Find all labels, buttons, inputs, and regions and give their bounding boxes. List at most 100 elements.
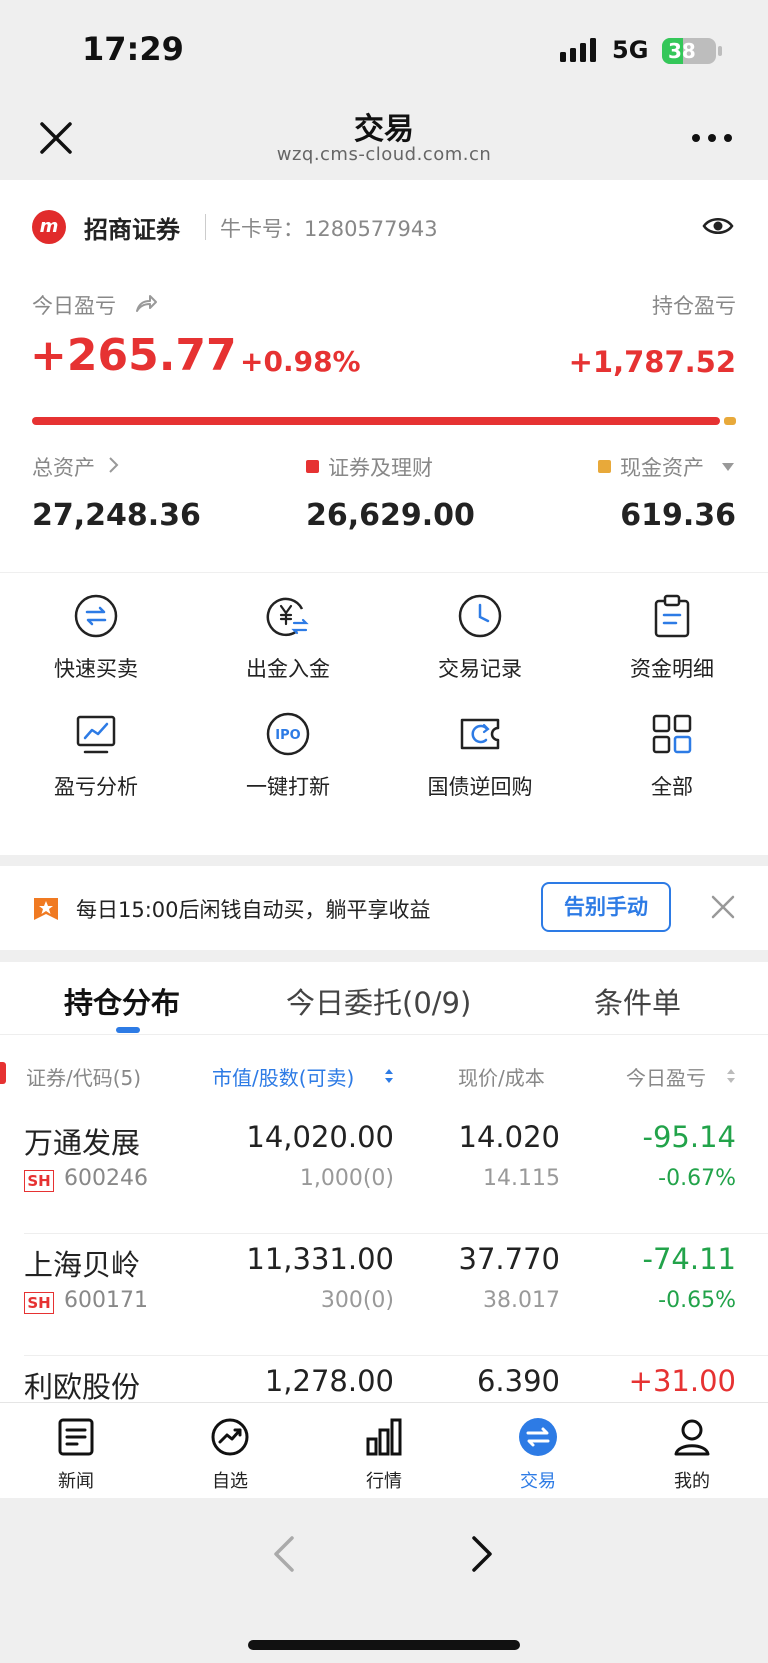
nav-label: 行情 <box>366 1471 402 1492</box>
securities-ratio-fill <box>32 417 720 425</box>
chevron-right-icon[interactable] <box>106 456 120 474</box>
quick-action-repo[interactable]: 国债逆回购 <box>384 691 576 801</box>
bar-chart-icon <box>366 1418 402 1456</box>
market-value: 14,020.00 <box>246 1120 394 1154</box>
quick-action-ipo[interactable]: IPO 一键打新 <box>192 691 384 801</box>
holding-pnl-value: +1,787.52 <box>568 345 736 379</box>
nav-profile[interactable]: 我的 <box>642 1417 742 1493</box>
cash-label[interactable]: 现金资产 <box>620 452 704 482</box>
card-number: 牛卡号：1280577943 <box>220 213 438 243</box>
swap-circle-icon <box>74 594 118 638</box>
header-price: 现价/成本 <box>458 1066 545 1090</box>
header-today-pnl[interactable]: 今日盈亏 <box>626 1062 706 1091</box>
page-title: 交易 <box>354 112 414 147</box>
holding-pnl-label: 持仓盈亏 <box>652 294 736 318</box>
securities-legend-dot <box>306 460 319 473</box>
quick-action-transfer[interactable]: 出金入金 <box>192 573 384 683</box>
grid-icon <box>652 714 692 754</box>
quick-action-pnl-analysis[interactable]: 盈亏分析 <box>0 691 192 801</box>
battery-icon: 38 <box>662 38 716 64</box>
home-indicator <box>248 1640 520 1650</box>
svg-text:IPO: IPO <box>275 728 300 743</box>
promo-button[interactable]: 告别手动 <box>541 882 671 932</box>
today-pnl: +31.00 <box>628 1364 736 1398</box>
table-row[interactable]: 万通发展 SH 600246 14,020.00 1,000(0) 14.020… <box>0 1112 768 1234</box>
quick-actions-grid: 快速买卖 出金入金 交易记录 资金明细 盈亏分析 IPO 一键打新 国债逆回购 … <box>0 573 768 855</box>
title-bar: 交易 wzq.cms-cloud.com.cn <box>0 96 768 180</box>
eye-icon[interactable] <box>702 214 734 238</box>
today-pnl: -95.14 <box>642 1120 737 1154</box>
tab-conditional-orders[interactable]: 条件单 <box>594 980 681 1022</box>
tab-positions[interactable]: 持仓分布 <box>64 980 180 1022</box>
divider <box>205 214 206 240</box>
nav-watchlist[interactable]: 自选 <box>180 1417 280 1493</box>
table-row[interactable]: 上海贝岭 SH 600171 11,331.00 300(0) 37.770 3… <box>0 1234 768 1356</box>
yuan-transfer-icon <box>266 597 309 637</box>
nav-label: 新闻 <box>58 1471 94 1492</box>
quick-action-label: 全部 <box>651 775 693 799</box>
current-price: 6.390 <box>476 1364 560 1398</box>
quick-action-label: 资金明细 <box>630 657 714 681</box>
promo-banner: 每日15:00后闲钱自动买，躺平享收益 告别手动 <box>0 866 768 950</box>
stock-name: 上海贝岭 <box>24 1248 141 1282</box>
broker-logo: m <box>32 210 66 244</box>
share-icon[interactable] <box>134 292 158 314</box>
card-number-label: 牛卡号： <box>220 217 304 241</box>
share-quantity: 1,000(0) <box>299 1166 394 1191</box>
current-price: 37.770 <box>458 1242 560 1276</box>
nav-label: 交易 <box>520 1471 556 1492</box>
sort-icon[interactable] <box>726 1068 736 1084</box>
today-pnl-percent: -0.67% <box>658 1166 736 1191</box>
trend-circle-icon <box>211 1418 249 1456</box>
more-icon[interactable] <box>690 130 734 146</box>
promo-text: 每日15:00后闲钱自动买，躺平享收益 <box>76 898 431 922</box>
account-card: m 招商证券 牛卡号：1280577943 今日盈亏 持仓盈亏 +265.77 … <box>0 180 768 572</box>
back-icon[interactable] <box>272 1534 296 1574</box>
forward-icon[interactable] <box>470 1534 494 1574</box>
news-icon <box>58 1418 94 1456</box>
network-type: 5G <box>612 36 649 64</box>
today-pnl-value: +265.77 <box>30 330 237 381</box>
broker-name: 招商证券 <box>84 216 180 244</box>
tab-today-orders[interactable]: 今日委托(0/9) <box>286 980 471 1022</box>
market-value: 1,278.00 <box>264 1364 394 1398</box>
quick-action-records[interactable]: 交易记录 <box>384 573 576 683</box>
clipboard-icon <box>654 594 690 638</box>
nav-trade[interactable]: 交易 <box>488 1417 588 1493</box>
cash-legend-dot <box>598 460 611 473</box>
header-security: 证券/代码(5) <box>26 1066 142 1090</box>
table-row[interactable]: 利欧股份 1,278.00 6.390 +31.00 <box>0 1356 768 1402</box>
sort-icon[interactable] <box>384 1068 394 1084</box>
star-icon <box>34 898 58 920</box>
nav-news[interactable]: 新闻 <box>26 1417 126 1493</box>
today-pnl-percent: +0.98% <box>240 345 361 378</box>
close-promo-icon[interactable] <box>710 894 736 920</box>
today-pnl-label: 今日盈亏 <box>32 294 116 318</box>
current-price: 14.020 <box>458 1120 560 1154</box>
header-market-value[interactable]: 市值/股数(可卖) <box>212 1062 354 1091</box>
quick-action-label: 出金入金 <box>246 657 330 681</box>
quick-action-fund-details[interactable]: 资金明细 <box>576 573 768 683</box>
quick-action-label: 交易记录 <box>438 657 522 681</box>
market-value: 11,331.00 <box>246 1242 394 1276</box>
cost-price: 38.017 <box>483 1288 560 1313</box>
securities-value: 26,629.00 <box>306 498 475 533</box>
bottom-nav: 新闻 自选 行情 交易 我的 <box>0 1402 768 1498</box>
nav-label: 我的 <box>674 1471 710 1492</box>
clock-icon <box>458 594 502 638</box>
total-assets-label[interactable]: 总资产 <box>32 452 95 482</box>
total-assets-value: 27,248.36 <box>32 498 201 533</box>
quick-action-all[interactable]: 全部 <box>576 691 768 801</box>
holdings-panel: 持仓分布 今日委托(0/9) 条件单 证券/代码(5) 市值/股数(可卖) 现价… <box>0 962 768 1402</box>
nav-market[interactable]: 行情 <box>334 1417 434 1493</box>
quick-action-label: 一键打新 <box>246 775 330 799</box>
market-badge: SH <box>24 1292 54 1314</box>
ticket-refresh-icon <box>460 718 500 750</box>
today-pnl-percent: -0.65% <box>658 1288 736 1313</box>
trade-swap-icon <box>519 1418 557 1456</box>
caret-down-icon[interactable] <box>722 463 734 471</box>
stock-code: 600171 <box>64 1288 148 1313</box>
quick-action-fast-trade[interactable]: 快速买卖 <box>0 573 192 683</box>
cash-ratio-fill <box>724 417 736 425</box>
status-time: 17:29 <box>82 30 184 68</box>
